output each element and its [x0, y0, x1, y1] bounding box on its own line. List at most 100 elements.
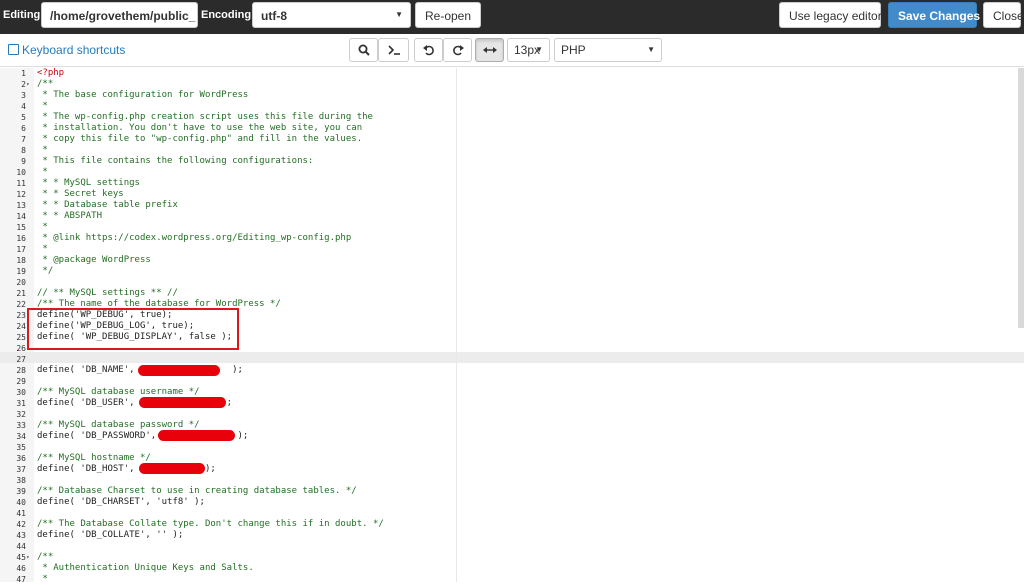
code-line[interactable]: 18 * @package WordPress [0, 255, 1024, 266]
language-mode-select[interactable]: PHP ▼ [554, 38, 662, 62]
line-number: 1 [21, 69, 26, 78]
code-line[interactable]: 15 * [0, 222, 1024, 233]
line-number: 7 [21, 135, 26, 144]
redo-icon [452, 45, 464, 56]
redo-button[interactable] [443, 38, 472, 62]
code-text: * The base configuration for WordPress [37, 90, 249, 100]
top-bar: Editing: /home/grovethem/public_ Encodin… [0, 0, 1024, 34]
encoding-select[interactable]: utf-8 ▼ [252, 2, 411, 28]
font-size-select[interactable]: 13px ▼ [507, 38, 550, 62]
code-line[interactable]: 2 ▾/** [0, 79, 1024, 90]
code-line[interactable]: 5 * The wp-config.php creation script us… [0, 112, 1024, 123]
code-line[interactable]: 7 * copy this file to "wp-config.php" an… [0, 134, 1024, 145]
code-text: */ [37, 266, 54, 276]
code-line[interactable]: 9 * This file contains the following con… [0, 156, 1024, 167]
external-edit-icon [8, 44, 19, 55]
line-number: 24 [16, 322, 26, 331]
code-text: * [37, 574, 48, 584]
terminal-prompt-icon [387, 45, 400, 55]
redaction-mark [139, 463, 205, 474]
file-path-field[interactable]: /home/grovethem/public_ [41, 2, 198, 28]
code-text: * @package WordPress [37, 255, 151, 265]
code-line[interactable]: 45 ▾/** [0, 552, 1024, 563]
code-line[interactable]: 46 * Authentication Unique Keys and Salt… [0, 563, 1024, 574]
fold-toggle-icon[interactable]: ▾ [26, 552, 34, 563]
undo-button[interactable] [414, 38, 443, 62]
code-line[interactable]: 29 [0, 376, 1024, 387]
code-text: * installation. You don't have to use th… [37, 123, 363, 133]
line-number: 9 [21, 157, 26, 166]
code-line[interactable]: 16 * @link https://codex.wordpress.org/E… [0, 233, 1024, 244]
line-number: 21 [16, 289, 26, 298]
code-line[interactable]: 10 * [0, 167, 1024, 178]
code-line[interactable]: 40 define( 'DB_CHARSET', 'utf8' ); [0, 497, 1024, 508]
code-text: * * Database table prefix [37, 200, 178, 210]
encoding-value: utf-8 [261, 9, 287, 23]
line-number: 36 [16, 454, 26, 463]
code-line[interactable]: 8 * [0, 145, 1024, 156]
fold-toggle-icon[interactable]: ▾ [26, 79, 34, 90]
save-changes-button[interactable]: Save Changes [888, 2, 980, 28]
code-line[interactable]: 6 * installation. You don't have to use … [0, 123, 1024, 134]
code-line[interactable]: 39 /** Database Charset to use in creatin… [0, 486, 1024, 497]
code-line[interactable]: 4 * [0, 101, 1024, 112]
code-line[interactable]: 41 [0, 508, 1024, 519]
code-line[interactable]: 33/** MySQL database password */ [0, 420, 1024, 431]
code-line[interactable]: 32 [0, 409, 1024, 420]
code-text: * * ABSPATH [37, 211, 103, 221]
code-line[interactable]: 44 [0, 541, 1024, 552]
editing-label: Editing: [3, 9, 44, 21]
code-text: // ** MySQL settings ** // [37, 288, 178, 298]
code-text: * [37, 244, 48, 254]
code-line[interactable]: 12 * * Secret keys [0, 189, 1024, 200]
reopen-button[interactable]: Re-open [415, 2, 482, 28]
code-line[interactable]: 20 [0, 277, 1024, 288]
code-line[interactable]: 13 * * Database table prefix [0, 200, 1024, 211]
line-number: 30 [16, 388, 26, 397]
code-line[interactable]: 38 [0, 475, 1024, 486]
search-button[interactable] [349, 38, 378, 62]
close-button[interactable]: Close [983, 2, 1024, 28]
word-wrap-toggle[interactable] [475, 38, 504, 62]
code-text: * [37, 222, 48, 232]
code-line[interactable]: 17 * [0, 244, 1024, 255]
code-line[interactable]: 21 // ** MySQL settings ** // [0, 288, 1024, 299]
code-line[interactable]: 3 * The base configuration for WordPress [0, 90, 1024, 101]
code-line[interactable]: 35 [0, 442, 1024, 453]
code-editor[interactable]: 1 <?php 2 ▾/** 3 * The base configuration fo… [0, 68, 1024, 585]
line-number: 14 [16, 212, 26, 221]
line-number: 12 [16, 190, 26, 199]
code-text: * * MySQL settings [37, 178, 140, 188]
line-number: 41 [16, 509, 26, 518]
code-line[interactable]: 43 define( 'DB_COLLATE', '' ); [0, 530, 1024, 541]
code-line[interactable]: 19 */ [0, 266, 1024, 277]
line-number: 23 [16, 311, 26, 320]
code-text: * @link https://codex.wordpress.org/Edit… [37, 233, 352, 243]
code-line[interactable]: 42 /** The Database Collate type. Don't c… [0, 519, 1024, 530]
code-text: * [37, 167, 48, 177]
code-text: /** The Database Collate type. Don't cha… [37, 519, 384, 529]
keyboard-shortcuts-link[interactable]: Keyboard shortcuts [8, 43, 125, 57]
code-line[interactable]: 27 [0, 354, 1024, 365]
code-text: * * Secret keys [37, 189, 124, 199]
line-number: 17 [16, 245, 26, 254]
horizontal-arrows-icon [482, 47, 497, 53]
chevron-down-icon: ▼ [647, 45, 655, 54]
line-number: 6 [21, 124, 26, 133]
code-text: /** [37, 552, 54, 562]
code-line[interactable]: 1 <?php [0, 68, 1024, 79]
line-number: 15 [16, 223, 26, 232]
code-line[interactable]: 47 * [0, 574, 1024, 585]
code-line[interactable]: 14 * * ABSPATH [0, 211, 1024, 222]
line-number: 33 [16, 421, 26, 430]
vertical-scrollbar[interactable] [1018, 68, 1024, 328]
line-number: 35 [16, 443, 26, 452]
code-text: * [37, 101, 48, 111]
line-number: 46 [16, 564, 26, 573]
legacy-editor-button[interactable]: Use legacy editor [779, 2, 882, 28]
line-number: 47 [16, 575, 26, 584]
goto-line-button[interactable] [378, 38, 409, 62]
code-line[interactable]: 11 * * MySQL settings [0, 178, 1024, 189]
code-line[interactable]: 34 define( 'DB_PASSWORD', ); [0, 431, 1024, 442]
line-number: 37 [16, 465, 26, 474]
